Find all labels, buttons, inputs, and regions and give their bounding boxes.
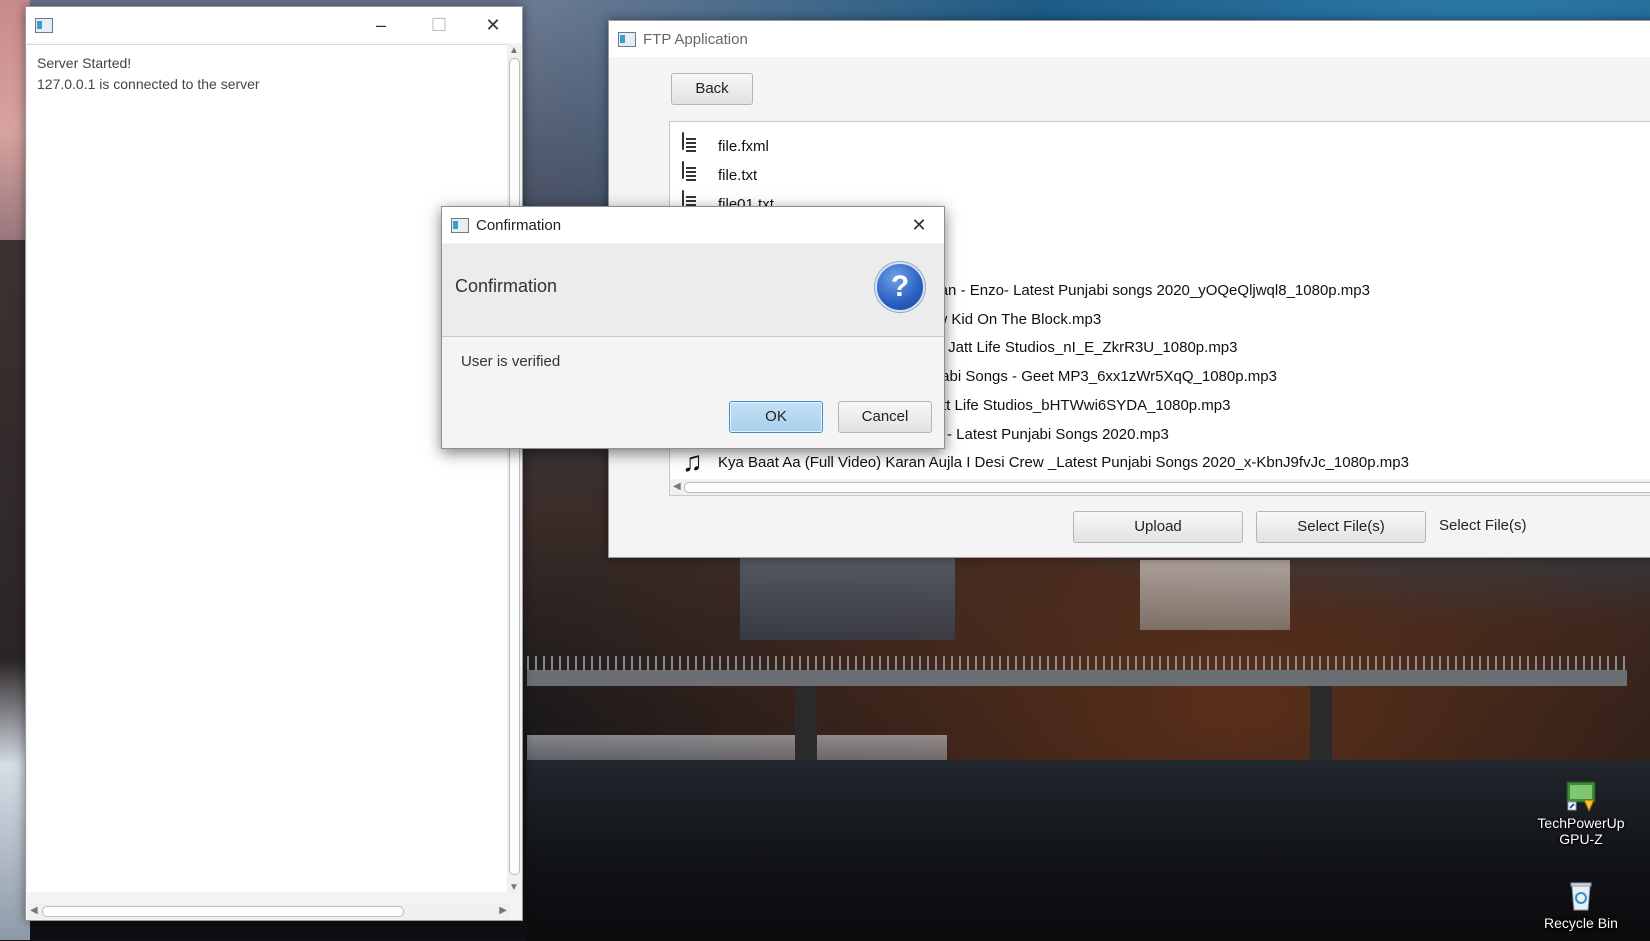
list-item[interactable]: file.txt (682, 161, 757, 189)
ok-button[interactable]: OK (729, 401, 823, 433)
cancel-button[interactable]: Cancel (838, 401, 932, 433)
scrollbar-thumb[interactable] (509, 58, 520, 875)
confirmation-dialog: Confirmation ✕ Confirmation ? User is ve… (441, 206, 945, 449)
server-window: – ☐ ✕ Server Started! 127.0.0.1 is conne… (25, 6, 523, 921)
scroll-left-icon[interactable]: ◀ (30, 905, 38, 916)
list-item[interactable]: file.fxml (682, 132, 769, 160)
desktop-icon-gpuz[interactable]: TechPowerUp GPU-Z (1533, 778, 1629, 847)
dialog-titlebar[interactable]: Confirmation ✕ (442, 207, 944, 243)
file-list-horizontal-scrollbar[interactable]: ◀ (670, 479, 1650, 495)
list-item[interactable]: ♫ Kya Baat Aa (Full Video) Karan Aujla I… (682, 448, 1409, 476)
close-icon[interactable]: ✕ (896, 211, 942, 239)
file-name: file.fxml (718, 137, 769, 155)
java-app-icon (35, 18, 53, 33)
server-window-titlebar[interactable]: – ☐ ✕ (26, 7, 522, 43)
wallpaper-bridge (527, 670, 1627, 686)
java-app-icon (451, 218, 469, 233)
maximize-icon[interactable]: ☐ (416, 11, 462, 39)
select-files-button[interactable]: Select File(s) (1256, 511, 1426, 543)
scroll-left-icon[interactable]: ◀ (673, 481, 681, 492)
wallpaper-building-2 (1140, 560, 1290, 630)
ftp-window-title: FTP Application (643, 31, 748, 48)
log-line: Server Started! (37, 55, 132, 71)
file-name: Kya Baat Aa (Full Video) Karan Aujla I D… (718, 453, 1409, 471)
log-line: 127.0.0.1 is connected to the server (37, 76, 260, 92)
wallpaper-bridge-rail (527, 656, 1627, 670)
gpuz-icon (1564, 778, 1598, 813)
dialog-message: User is verified (461, 353, 561, 370)
close-icon[interactable]: ✕ (470, 11, 516, 39)
document-icon (682, 132, 706, 159)
scroll-down-icon[interactable]: ▼ (509, 882, 519, 893)
music-note-icon: ♫ (682, 446, 703, 477)
upload-button[interactable]: Upload (1073, 511, 1243, 543)
server-log-vertical-scrollbar[interactable]: ▲ ▼ (507, 44, 521, 894)
dialog-title: Confirmation (476, 217, 562, 234)
scrollbar-thumb[interactable] (42, 906, 404, 917)
wallpaper-building (740, 545, 955, 640)
java-app-icon (618, 32, 636, 47)
desktop-icon-label: TechPowerUp GPU-Z (1537, 815, 1625, 847)
server-log-area[interactable]: Server Started! 127.0.0.1 is connected t… (27, 44, 510, 892)
ftp-window-titlebar[interactable]: FTP Application (609, 21, 1650, 57)
dialog-header-text: Confirmation (455, 276, 558, 296)
dialog-header: Confirmation ? (442, 244, 944, 337)
minimize-icon[interactable]: – (358, 11, 404, 39)
selected-files-label: Select File(s) (1439, 517, 1527, 534)
scroll-up-icon[interactable]: ▲ (509, 45, 519, 56)
text-file-icon (682, 161, 706, 188)
server-log-horizontal-scrollbar[interactable]: ◀ ▶ (27, 903, 510, 919)
wallpaper-river (527, 760, 1650, 941)
question-icon: ? (875, 262, 925, 312)
desktop-icon-label: Recycle Bin (1544, 915, 1618, 931)
file-name: file.txt (718, 166, 758, 184)
desktop-icon-recycle-bin[interactable]: Recycle Bin (1533, 878, 1629, 931)
scroll-right-icon[interactable]: ▶ (499, 905, 507, 916)
back-button[interactable]: Back (671, 73, 753, 105)
recycle-bin-icon (1564, 878, 1598, 912)
scrollbar-thumb[interactable] (684, 482, 1650, 493)
